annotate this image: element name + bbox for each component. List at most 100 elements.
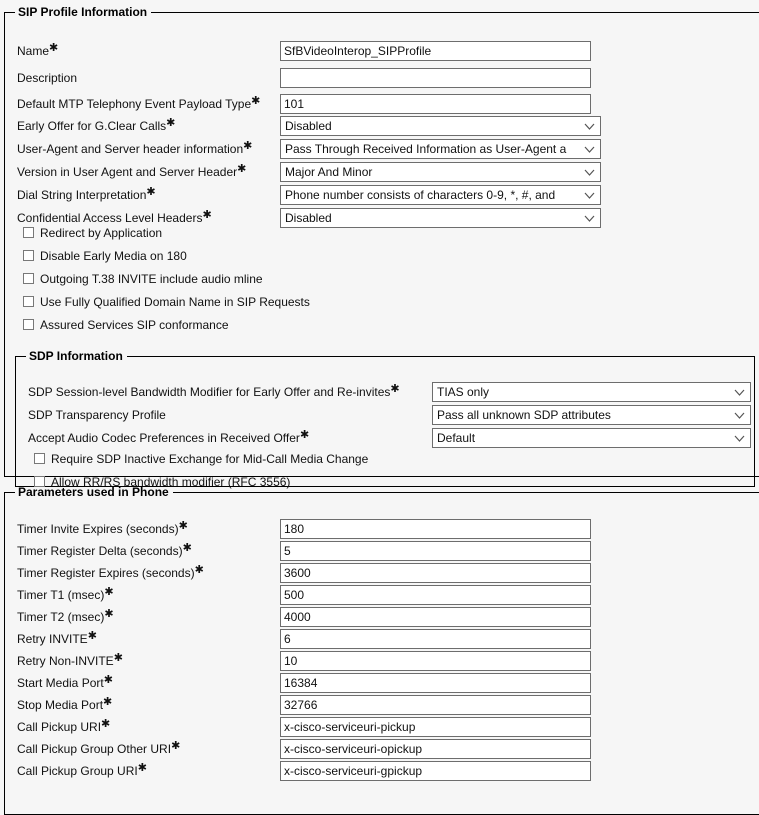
sip-profile-information-legend: SIP Profile Information — [18, 5, 148, 19]
asterisk-required-icon: ✱ — [299, 429, 310, 441]
label-early-offer-gclear-calls: Early Offer for G.Clear Calls✱ — [17, 117, 176, 134]
field-row-call-pickup-uri: Call Pickup URI✱ x-cisco-serviceuri-pick… — [17, 717, 759, 739]
select-user-agent-server-header-information[interactable]: Pass Through Received Information as Use… — [280, 139, 601, 159]
asterisk-required-icon: ✱ — [194, 564, 204, 576]
sdp-information-group: SDP Information SDP Session-level Bandwi… — [15, 349, 755, 489]
input-call-pickup-group-uri[interactable]: x-cisco-serviceuri-gpickup — [280, 761, 591, 781]
label-sdp-transparency-profile: SDP Transparency Profile — [28, 408, 166, 422]
field-row-early-offer-gclear-calls: Early Offer for G.Clear Calls✱ Disabled — [17, 116, 759, 138]
field-row-timer-invite-expires: Timer Invite Expires (seconds)✱ 180 — [17, 519, 759, 541]
label-version-in-user-agent-and-server-header: Version in User Agent and Server Header✱ — [17, 163, 247, 180]
input-timer-register-expires[interactable]: 3600 — [280, 563, 591, 583]
checkbox-assured-services-sip-conformance[interactable] — [23, 319, 34, 330]
label-dial-string-interpretation: Dial String Interpretation✱ — [17, 186, 156, 203]
input-stop-media-port[interactable]: 32766 — [280, 695, 591, 715]
field-row-sdp-transparency-profile: SDP Transparency Profile Pass all unknow… — [28, 405, 754, 427]
label-call-pickup-group-uri: Call Pickup Group URI✱ — [17, 762, 147, 779]
chevron-down-icon — [583, 209, 595, 227]
asterisk-required-icon: ✱ — [87, 630, 97, 642]
field-row-call-pickup-group-uri: Call Pickup Group URI✱ x-cisco-serviceur… — [17, 761, 759, 783]
select-value-accept-audio-codec-preferences: Default — [437, 431, 476, 445]
field-row-timer-t2: Timer T2 (msec)✱ 4000 — [17, 607, 759, 629]
checkbox-redirect-by-application[interactable] — [23, 227, 34, 238]
checkbox-label-assured-services-sip-conformance: Assured Services SIP conformance — [40, 318, 229, 332]
label-call-pickup-uri: Call Pickup URI✱ — [17, 718, 111, 735]
label-timer-t2: Timer T2 (msec)✱ — [17, 608, 114, 625]
label-sdp-session-level-bandwidth-modifier: SDP Session-level Bandwidth Modifier for… — [28, 383, 400, 400]
chevron-down-icon — [583, 140, 595, 158]
chevron-down-icon — [583, 186, 595, 204]
checkbox-disable-early-media-on-180[interactable] — [23, 250, 34, 261]
input-timer-t1[interactable]: 500 — [280, 585, 591, 605]
label-default-mtp-telephony-event-payload-type: Default MTP Telephony Event Payload Type… — [17, 95, 261, 112]
label-timer-t1: Timer T1 (msec)✱ — [17, 586, 114, 603]
input-default-mtp-telephony-event-payload-type[interactable]: 101 — [280, 94, 591, 114]
input-start-media-port[interactable]: 16384 — [280, 673, 591, 693]
asterisk-required-icon: ✱ — [178, 520, 188, 532]
field-row-version-in-user-agent-and-server-header: Version in User Agent and Server Header✱… — [17, 162, 759, 184]
select-value-sdp-transparency-profile: Pass all unknown SDP attributes — [437, 408, 611, 422]
input-timer-register-delta[interactable]: 5 — [280, 541, 591, 561]
chevron-down-icon — [583, 163, 595, 181]
asterisk-required-icon: ✱ — [171, 740, 181, 752]
label-timer-invite-expires: Timer Invite Expires (seconds)✱ — [17, 520, 188, 537]
field-row-call-pickup-group-other-uri: Call Pickup Group Other URI✱ x-cisco-ser… — [17, 739, 759, 761]
select-accept-audio-codec-preferences[interactable]: Default — [432, 428, 751, 448]
asterisk-required-icon: ✱ — [243, 140, 253, 152]
asterisk-required-icon: ✱ — [49, 42, 59, 54]
checkbox-use-fully-qualified-domain-name-in-sip-requests[interactable] — [23, 296, 34, 307]
asterisk-required-icon: ✱ — [137, 762, 147, 774]
chevron-down-icon — [733, 406, 745, 424]
checkbox-label-redirect-by-application: Redirect by Application — [40, 226, 163, 240]
asterisk-required-icon: ✱ — [182, 542, 192, 554]
select-early-offer-gclear-calls[interactable]: Disabled — [280, 116, 601, 136]
asterisk-required-icon: ✱ — [166, 117, 176, 129]
select-dial-string-interpretation[interactable]: Phone number consists of characters 0-9,… — [280, 185, 601, 205]
label-confidential-access-level-headers: Confidential Access Level Headers✱ — [17, 209, 212, 226]
field-row-timer-register-expires: Timer Register Expires (seconds)✱ 3600 — [17, 563, 759, 585]
chevron-down-icon — [733, 429, 745, 447]
field-row-sdp-session-level-bandwidth-modifier: SDP Session-level Bandwidth Modifier for… — [28, 382, 754, 404]
checkbox-require-sdp-inactive-exchange[interactable] — [34, 453, 45, 464]
field-row-accept-audio-codec-preferences: Accept Audio Codec Preferences in Receiv… — [28, 428, 754, 450]
chevron-down-icon — [583, 117, 595, 135]
input-timer-invite-expires[interactable]: 180 — [280, 519, 591, 539]
select-value-user-agent-server-header-information: Pass Through Received Information as Use… — [285, 142, 567, 156]
input-retry-non-invite[interactable]: 10 — [280, 651, 591, 671]
label-timer-register-delta: Timer Register Delta (seconds)✱ — [17, 542, 192, 559]
input-retry-invite[interactable]: 6 — [280, 629, 591, 649]
input-call-pickup-uri[interactable]: x-cisco-serviceuri-pickup — [280, 717, 591, 737]
label-stop-media-port: Stop Media Port✱ — [17, 696, 113, 713]
checkbox-outgoing-t38-invite-include-audio-mline[interactable] — [23, 273, 34, 284]
asterisk-required-icon: ✱ — [390, 383, 400, 395]
select-value-dial-string-interpretation: Phone number consists of characters 0-9,… — [285, 188, 556, 202]
select-sdp-transparency-profile[interactable]: Pass all unknown SDP attributes — [432, 405, 751, 425]
asterisk-required-icon: ✱ — [101, 718, 111, 730]
input-description[interactable] — [280, 68, 591, 88]
label-accept-audio-codec-preferences: Accept Audio Codec Preferences in Receiv… — [28, 429, 310, 446]
asterisk-required-icon: ✱ — [104, 608, 114, 620]
checkbox-label-disable-early-media-on-180: Disable Early Media on 180 — [40, 249, 187, 263]
asterisk-required-icon: ✱ — [146, 186, 156, 198]
field-row-timer-t1: Timer T1 (msec)✱ 500 — [17, 585, 759, 607]
field-row-user-agent-server-header-information: User-Agent and Server header information… — [17, 139, 759, 161]
label-user-agent-server-header-information: User-Agent and Server header information… — [17, 140, 253, 157]
input-call-pickup-group-other-uri[interactable]: x-cisco-serviceuri-opickup — [280, 739, 591, 759]
field-row-retry-non-invite: Retry Non-INVITE✱ 10 — [17, 651, 759, 673]
field-row-start-media-port: Start Media Port✱ 16384 — [17, 673, 759, 695]
select-version-in-user-agent-and-server-header[interactable]: Major And Minor — [280, 162, 601, 182]
input-name[interactable]: SfBVideoInterop_SIPProfile — [280, 41, 591, 61]
field-row-default-mtp-telephony-event-payload-type: Default MTP Telephony Event Payload Type… — [17, 94, 759, 116]
input-timer-t2[interactable]: 4000 — [280, 607, 591, 627]
asterisk-required-icon: ✱ — [103, 696, 113, 708]
label-retry-invite: Retry INVITE✱ — [17, 630, 97, 647]
field-row-stop-media-port: Stop Media Port✱ 32766 — [17, 695, 759, 717]
select-confidential-access-level-headers[interactable]: Disabled — [280, 208, 601, 228]
select-sdp-session-level-bandwidth-modifier[interactable]: TIAS only — [432, 382, 751, 402]
parameters-used-in-phone-group: Parameters used in Phone Timer Invite Ex… — [4, 485, 759, 815]
select-value-confidential-access-level-headers: Disabled — [285, 211, 332, 225]
label-name: Name✱ — [17, 42, 59, 59]
chevron-down-icon — [733, 383, 745, 401]
checkbox-label-use-fully-qualified-domain-name-in-sip-requests: Use Fully Qualified Domain Name in SIP R… — [40, 295, 310, 309]
checkbox-label-outgoing-t38-invite-include-audio-mline: Outgoing T.38 INVITE include audio mline — [40, 272, 263, 286]
